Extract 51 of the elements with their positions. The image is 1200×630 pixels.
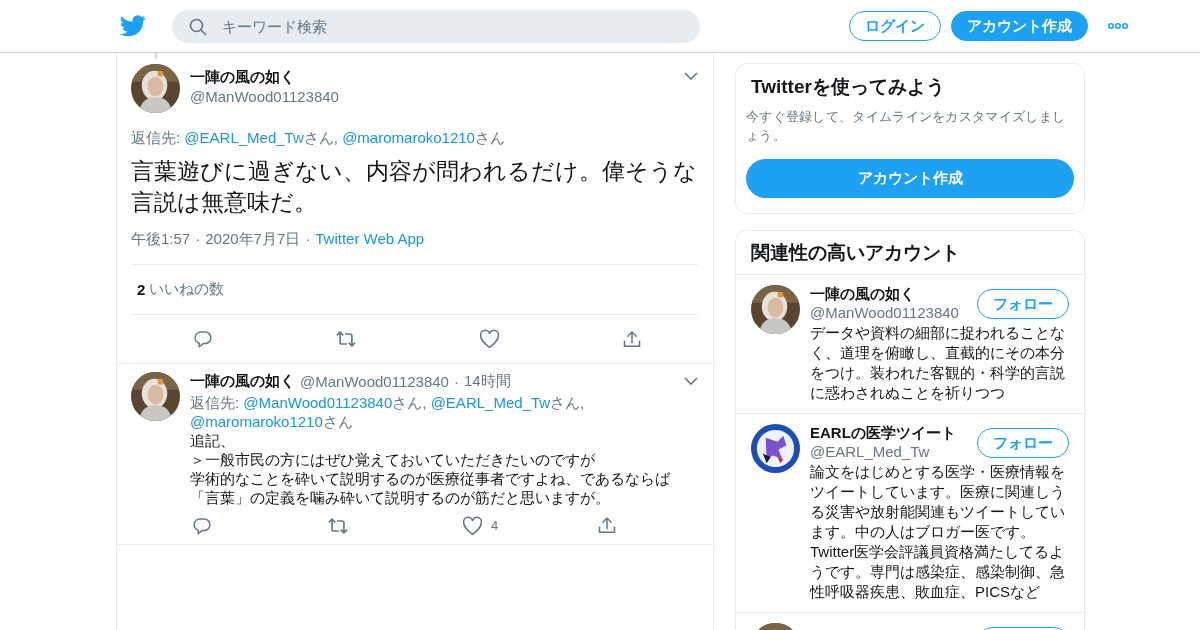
likes-label[interactable]: いいねの数 [149,280,225,299]
tweet-text: 言葉遊びに過ぎない、内容が問われるだけ。偉そうな言説は無意味だ。 [131,157,698,217]
account-handle[interactable]: @EARL_Med_Tw [810,442,956,462]
separator-dot: · [195,230,201,249]
search-field[interactable]: キーワード検索 [172,9,700,43]
user-name[interactable]: 一陣の風の如く [190,372,295,391]
tweet-time[interactable]: 14時間 [463,372,511,391]
mention-link[interactable]: @EARL_Med_Tw [184,129,304,146]
heart-icon[interactable] [462,515,483,536]
separator-dot: · [305,230,311,249]
mention-link[interactable]: @ManWood01123840 [243,394,393,411]
reply-to-line: 返信先: @EARL_Med_Twさん, @maromaroko1210さん [131,128,506,147]
follow-button[interactable]: フォロー [977,428,1069,458]
account-name[interactable]: 一陣の風の如く [810,285,959,303]
reply-to-line: 返信先: @ManWood01123840さん, @EARL_Med_Twさん, @maromaroko1210さん [190,393,586,431]
mention-link[interactable]: @maromaroko1210 [342,129,475,146]
tweet-date[interactable]: 2020年7月7日 [205,230,301,249]
chevron-down-icon[interactable] [684,72,698,81]
account-name[interactable]: EARLの医学ツイート [810,424,956,442]
user-handle[interactable]: @ManWood01123840 [190,88,674,105]
user-handle[interactable]: @ManWood01123840 [300,373,449,390]
like-count[interactable]: 2 [137,281,146,298]
mention-link[interactable]: @maromaroko1210 [190,413,323,430]
account-bio: 論文をはじめとする医学・医療情報をツイートしています。医療に関連しうる災害や放射能関連もツイートしています。中の人はブロガー医です。Twitter医学会評議員資格満たしてるようです。専門は感染症、感染制御、急性呼吸器疾患、敗血症、PICSなど [810,462,1066,602]
signup-button[interactable]: アカウント作成 [951,11,1088,41]
reply-icon[interactable] [193,329,213,349]
tweet-time[interactable]: 午後1:57 [131,230,191,249]
more-icon[interactable] [1108,23,1128,29]
card-title: Twitterを使ってみよう [750,75,946,99]
card-text: 今すぐ登録して、タイムラインをカスタマイズしましょう。 [746,108,1067,145]
retweet-icon[interactable] [335,329,357,349]
card-title: 関連性の高いアカウント [736,231,1084,275]
source-link[interactable]: Twitter Web App [315,230,425,249]
share-icon[interactable] [597,515,617,536]
bird-logo[interactable] [120,15,146,37]
account-bio: データや資料の細部に捉われることなく、道理を俯瞰し、直截的にその本分をつけ。装われた客観的・科学的言説に惑わされぬことを祈りつつ [810,323,1066,403]
search-icon [189,17,207,36]
tweet-text: 追記、 ＞一般市民の方にはぜひ覚えておいていただきたいのですが 学術的なことを砕いて説明するのが医療従事者ですよね、であるならば 「言葉」の定義を噛み砕いて説明するのが筋だと思いますが。 [190,431,671,507]
user-name[interactable]: 一陣の風の如く [190,68,674,87]
account-handle[interactable]: @ManWood01123840 [810,303,959,323]
separator-dot: · [453,373,459,390]
mention-link[interactable]: @EARL_Med_Tw [430,394,551,411]
login-button[interactable]: ログイン [849,11,941,41]
reply-icon[interactable] [192,515,212,536]
like-count: 4 [491,518,499,533]
retweet-icon[interactable] [327,515,349,536]
share-icon[interactable] [622,328,642,350]
heart-icon[interactable] [479,329,500,349]
signup-button[interactable]: アカウント作成 [746,159,1074,198]
follow-button[interactable]: フォロー [977,289,1069,319]
chevron-down-icon[interactable] [684,377,698,386]
